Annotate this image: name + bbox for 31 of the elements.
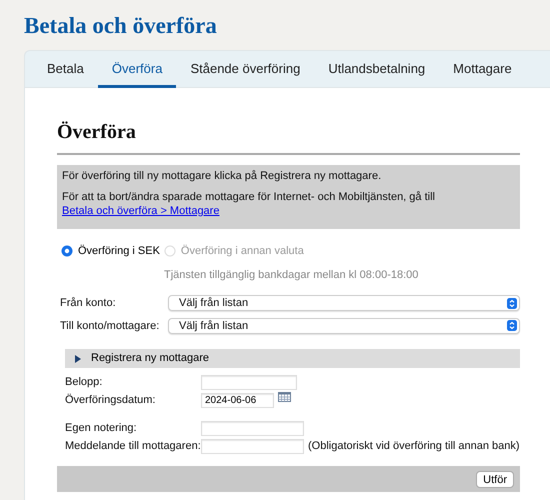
link[interactable]: Betala och överföra > Mottagare bbox=[62, 204, 220, 217]
field-label: Till konto/mottagare: bbox=[59, 318, 160, 334]
select-arrows-icon bbox=[507, 298, 517, 309]
radio-option[interactable]: Överföring i SEK bbox=[61, 242, 160, 260]
input-field[interactable] bbox=[201, 438, 304, 454]
caret-icon bbox=[75, 354, 81, 363]
hint-text: Tjänsten tillgänglig bankdagar mellan kl 08:00-18:00 bbox=[163, 268, 420, 283]
tab[interactable]: Mottagare bbox=[439, 51, 526, 88]
tab[interactable]: Utlandsbetalning bbox=[314, 51, 440, 88]
field-label: Egen notering: bbox=[65, 420, 138, 436]
expander-bar[interactable]: Registrera ny mottagare bbox=[65, 349, 520, 368]
select-field[interactable]: Välj från listan bbox=[168, 295, 520, 312]
section-heading: Överföra bbox=[57, 120, 520, 156]
info-text: För att ta bort/ändra sparade mottagare för Internet- och Mobiltjänsten, gå till Betala och överföra > Mottagare bbox=[62, 191, 436, 218]
date-field[interactable]: 2024-06-06 bbox=[201, 392, 274, 408]
hint-text: (Obligatoriskt vid överföring till annan bank) bbox=[308, 438, 520, 454]
field-label: Överföringsdatum: bbox=[65, 392, 156, 408]
select-field[interactable]: Välj från listan bbox=[168, 318, 520, 334]
submit-button[interactable]: Utför bbox=[476, 470, 514, 488]
tab[interactable]: Stående överföring bbox=[176, 51, 314, 88]
input-field[interactable] bbox=[201, 420, 304, 436]
field-label: Belopp: bbox=[65, 374, 104, 390]
radio-icon[interactable] bbox=[61, 245, 73, 258]
info-text: För överföring till ny mottagare klicka på Registrera ny mottagare. bbox=[62, 170, 382, 184]
page-title: Betala och överföra bbox=[24, 13, 218, 38]
input-field[interactable] bbox=[201, 374, 297, 390]
calendar-icon[interactable] bbox=[278, 392, 291, 402]
select-arrows-icon bbox=[507, 320, 517, 332]
field-label: Från konto: bbox=[59, 296, 117, 312]
tab[interactable]: Betala bbox=[33, 51, 98, 88]
field-label: Meddelande till mottagaren: bbox=[65, 438, 201, 454]
